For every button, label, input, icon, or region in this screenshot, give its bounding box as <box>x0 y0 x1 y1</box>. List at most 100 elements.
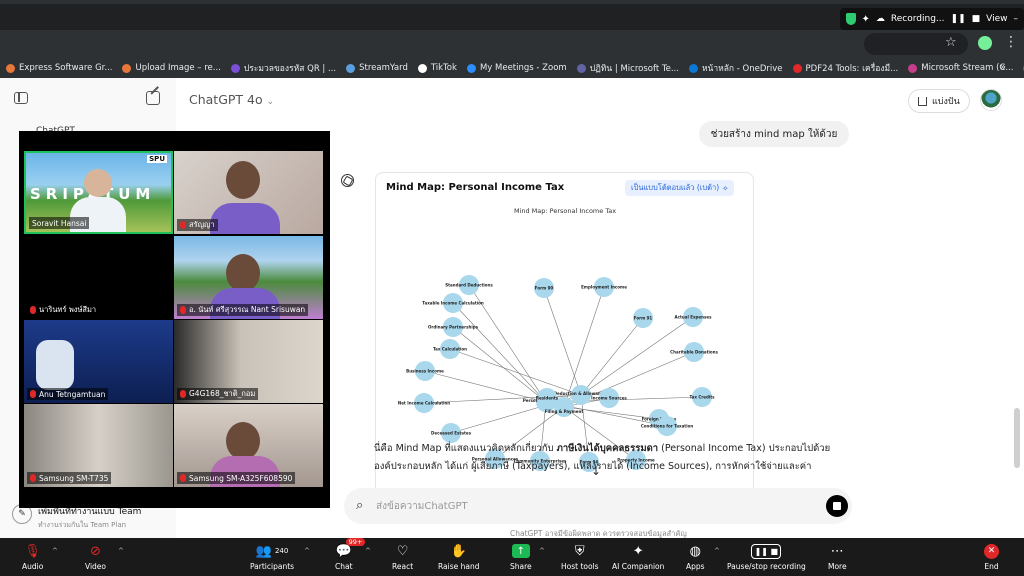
answer-text-1: นี่คือ Mind Map ที่แสดงแนวคิดหลักเกี่ยวก… <box>374 443 557 454</box>
message-input[interactable]: ส่งข้อความChatGPT <box>376 499 468 514</box>
person-avatar <box>226 254 260 292</box>
participants-caret-icon[interactable]: ^ <box>304 547 310 555</box>
participants-button[interactable]: 👥 240 Participants <box>250 542 295 572</box>
interactive-badge[interactable]: เป็นแบบโต้ตอบแล้ว (เบต้า) ✧ <box>625 180 735 196</box>
bookmark-item[interactable]: ปฏิทิน | Microsoft Te... <box>576 61 679 75</box>
more-button[interactable]: ⋯ More <box>828 542 847 572</box>
person-avatar <box>84 169 112 197</box>
bookmark-item[interactable]: Upload Image – re... <box>122 63 221 73</box>
participant-tile[interactable]: Anu Tetngamtuan <box>24 320 173 403</box>
bookmark-favicon-icon <box>6 63 15 73</box>
bookmark-item[interactable]: หน้าหลัก - OneDrive <box>688 61 783 75</box>
pause-recording-button[interactable]: ❚❚ ■ Pause/stop recording <box>727 542 806 571</box>
audio-button[interactable]: 🎙 Audio <box>22 542 43 572</box>
bookmark-item[interactable]: ประมวลของรหัส QR | ... <box>230 61 336 75</box>
apps-label: Apps <box>686 562 705 571</box>
bookmark-label: StreamYard <box>359 63 408 73</box>
attach-icon[interactable]: ⌕ <box>356 498 363 513</box>
video-caret-icon[interactable]: ^ <box>118 547 124 555</box>
scrollbar[interactable] <box>1014 408 1020 468</box>
bookmark-label: ปฏิทิน | Microsoft Te... <box>589 64 679 74</box>
participant-tile[interactable]: SPUSRIPATUMSoravit Hansai <box>24 151 173 234</box>
new-chat-icon[interactable] <box>146 91 160 105</box>
bookmark-item[interactable]: My Meetings - Zoom <box>466 63 567 73</box>
react-button[interactable]: ♡ React <box>392 542 413 572</box>
bookmark-item[interactable]: StreamYard <box>346 63 408 73</box>
share-screen-button[interactable]: ↑ Share <box>510 542 532 571</box>
video-button[interactable]: ⊘ Video <box>85 542 106 572</box>
zoom-recording-bar[interactable]: ✦ ☁ Recording... ❚❚ ■ View – <box>840 8 1024 30</box>
audio-caret-icon[interactable]: ^ <box>52 547 58 555</box>
spu-logo: SPU <box>147 155 167 163</box>
bookmarks-more-icon[interactable]: » <box>1000 58 1006 78</box>
mindmap-node-label: Taxable Income Calculation <box>422 301 484 306</box>
bookmark-star-icon[interactable]: ☆ <box>945 35 957 50</box>
participant-tile[interactable]: G4G168_ชาติ_กอม <box>174 320 323 403</box>
stop-generating-button[interactable] <box>826 495 848 517</box>
pause-icon[interactable]: ❚❚ <box>951 14 966 24</box>
bookmark-label: Express Software Gr... <box>19 63 113 73</box>
share-icon <box>918 96 927 106</box>
participant-name: Samsung SM-A325F608590 <box>177 472 296 484</box>
participant-tile[interactable]: Samsung SM-A325F608590 <box>174 404 323 487</box>
stop-icon[interactable]: ■ <box>972 14 981 24</box>
pause-recording-label: Pause/stop recording <box>727 562 806 571</box>
mindmap-node-label: Charitable Donations <box>670 350 718 355</box>
bookmark-item[interactable]: Microsoft Stream (C... <box>908 63 1013 73</box>
mic-off-icon: 🎙 <box>24 543 41 559</box>
sidebar-toggle-icon[interactable] <box>14 92 28 104</box>
host-shield-icon: ⛨ <box>574 543 585 559</box>
apps-button[interactable]: ◍ Apps <box>686 542 705 572</box>
participant-name-label: Samsung SM-A325F608590 <box>189 473 293 483</box>
participant-tile[interactable]: สรัญญา <box>174 151 323 234</box>
participant-name-label: อ. นันท์ ศรีสุวรรณ Nant Srisuwan <box>189 305 306 314</box>
share-button[interactable]: แบ่งปัน <box>908 89 970 113</box>
bookmark-favicon-icon <box>466 63 476 73</box>
composer[interactable]: ⌕ ส่งข้อความChatGPT <box>344 488 852 524</box>
person-avatar <box>226 161 260 199</box>
person-avatar <box>226 422 260 460</box>
participant-tile[interactable]: อ. นันท์ ศรีสุวรรณ Nant Srisuwan <box>174 236 323 319</box>
participants-label: Participants <box>250 562 295 571</box>
scroll-down-icon[interactable]: ↓ <box>591 464 601 478</box>
mic-off-icon <box>30 474 36 482</box>
browser-menu-icon[interactable]: ⋮ <box>1004 34 1018 50</box>
bookmark-favicon-icon <box>792 63 802 73</box>
ai-sparkle-icon: ✦ <box>632 543 644 559</box>
minimize-icon[interactable]: – <box>1014 14 1019 24</box>
apps-caret-icon[interactable]: ^ <box>714 547 720 555</box>
video-off-icon: ⊘ <box>90 543 101 559</box>
end-label: End <box>984 562 999 571</box>
ai-companion-button[interactable]: ✦ AI Companion <box>612 542 664 572</box>
mindmap-node-label: Ordinary Partnerships <box>428 325 479 330</box>
participants-count: 240 <box>274 547 289 555</box>
participant-tile[interactable]: นารินทร์ พงษ์สีมา <box>24 236 173 319</box>
participant-tile[interactable]: Samsung SM-T735 <box>24 404 173 487</box>
profile-avatar[interactable] <box>978 36 992 50</box>
chat-label: Chat <box>335 562 353 571</box>
user-avatar[interactable] <box>980 89 1002 111</box>
raise-hand-button[interactable]: ✋ Raise hand <box>438 542 480 572</box>
host-tools-button[interactable]: ⛨ Host tools <box>561 542 599 572</box>
model-selector[interactable]: ChatGPT 4o ⌄ <box>189 92 274 107</box>
mindmap-edge <box>543 287 582 396</box>
share-caret-icon[interactable]: ^ <box>539 547 545 555</box>
bookmark-item[interactable]: TikTok <box>417 63 457 73</box>
answer-bold: ภาษีเงินได้บุคคลธรรมดา <box>556 443 659 454</box>
mic-off-icon <box>180 221 186 229</box>
participants-icon: 👥 240 <box>255 543 289 559</box>
end-button[interactable]: ✕ End <box>984 542 999 571</box>
mindmap-edge <box>580 317 644 396</box>
bookmark-item[interactable]: PDF24 Tools: เครื่องมื... <box>792 61 898 75</box>
view-button[interactable]: View <box>986 14 1007 24</box>
bookmarks-bar: Express Software Gr... Upload Image – re.… <box>0 58 1024 78</box>
participant-name-label: นารินทร์ พงษ์สีมา <box>39 305 97 314</box>
badge-label: เป็นแบบโต้ตอบแล้ว (เบต้า) <box>631 183 720 192</box>
bookmark-item[interactable]: Express Software Gr... <box>6 63 112 73</box>
bookmark-favicon-icon <box>230 63 240 73</box>
chat-caret-icon[interactable]: ^ <box>365 547 371 555</box>
chat-button[interactable]: 💬 99+ Chat <box>335 538 366 571</box>
upgrade-team-item[interactable]: ✎ เพิ่มพื้นที่ทำงานแบบ Team ทำงานร่วมกัน… <box>12 504 141 531</box>
tab-bar-edge <box>0 0 1024 4</box>
chatgpt-logo-icon <box>341 174 354 187</box>
